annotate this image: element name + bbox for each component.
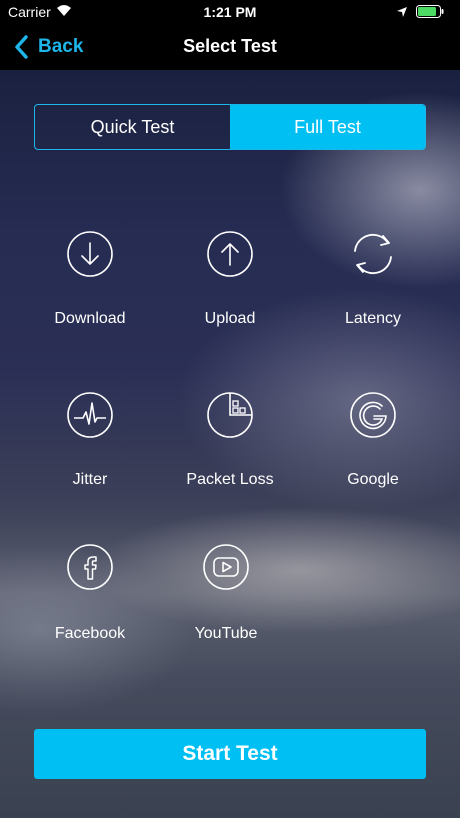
test-option-latency[interactable]: Latency — [313, 230, 433, 328]
test-option-download[interactable]: Download — [30, 230, 150, 328]
status-bar: Carrier 1:21 PM — [0, 0, 460, 24]
test-label: Upload — [204, 310, 256, 327]
start-test-button[interactable]: Start Test — [34, 729, 426, 779]
location-arrow-icon — [396, 5, 408, 21]
test-label: Download — [54, 310, 126, 327]
page-title: Select Test — [183, 36, 277, 56]
test-option-jitter[interactable]: Jitter — [30, 391, 150, 489]
test-label: Google — [347, 471, 399, 488]
test-option-youtube[interactable]: YouTube — [166, 543, 286, 643]
heartbeat-icon — [67, 392, 113, 438]
full-test-segment[interactable]: Full Test — [230, 105, 425, 149]
youtube-icon — [203, 544, 249, 590]
test-label: YouTube — [194, 625, 258, 642]
test-option-google[interactable]: Google — [313, 391, 433, 489]
navigation-bar: Back Select Test — [0, 24, 460, 70]
test-option-packet-loss[interactable]: Packet Loss — [170, 391, 290, 489]
battery-icon — [416, 5, 444, 21]
test-type-segmented-control: Quick Test Full Test — [34, 104, 426, 150]
test-label: Packet Loss — [186, 471, 274, 488]
packet-loss-icon — [207, 392, 253, 438]
test-label: Latency — [344, 310, 402, 327]
test-option-facebook[interactable]: Facebook — [30, 543, 150, 643]
upload-icon — [207, 231, 253, 277]
download-icon — [67, 231, 113, 277]
test-label: Facebook — [54, 625, 126, 642]
test-option-upload[interactable]: Upload — [170, 230, 290, 328]
clock: 1:21 PM — [203, 4, 257, 20]
facebook-icon — [67, 544, 113, 590]
test-label: Jitter — [72, 471, 108, 488]
refresh-icon — [354, 233, 392, 275]
google-icon — [350, 392, 396, 438]
quick-test-segment[interactable]: Quick Test — [35, 105, 230, 149]
